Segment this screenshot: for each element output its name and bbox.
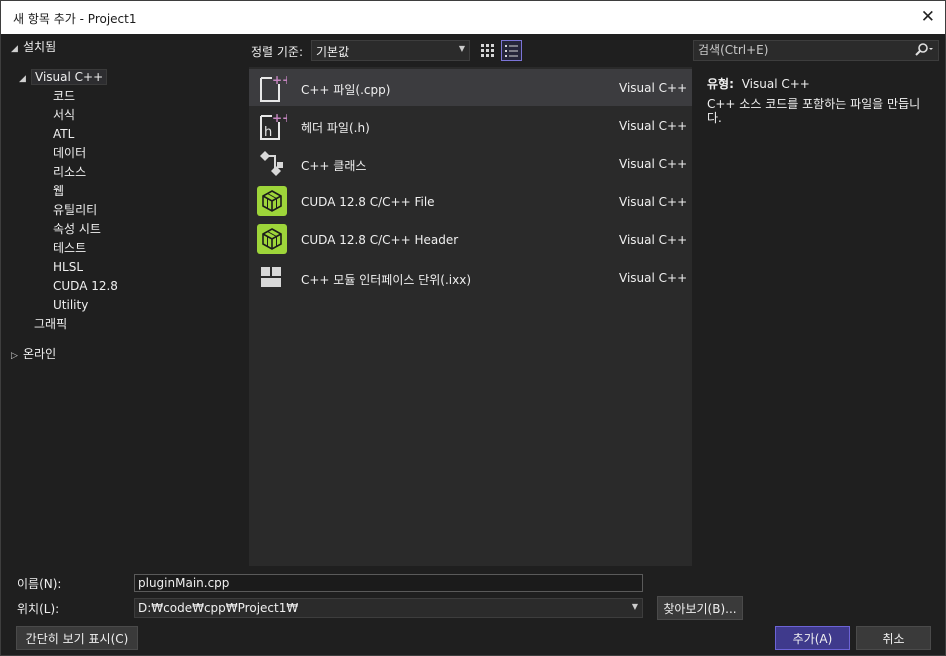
type-label: 유형: — [707, 77, 734, 91]
tree-item-web[interactable]: 웹 — [53, 182, 64, 201]
search-box[interactable] — [693, 40, 939, 61]
template-item-header-file[interactable]: h ++ 헤더 파일(.h) Visual C++ — [249, 107, 692, 144]
template-language: Visual C++ — [619, 233, 688, 247]
template-list: ++ C++ 파일(.cpp) Visual C++ h ++ 헤더 파일(.h… — [249, 67, 692, 566]
template-item-cpp-file[interactable]: ++ C++ 파일(.cpp) Visual C++ — [249, 69, 692, 106]
location-label: 위치(L): — [17, 602, 60, 616]
tree-item-resource[interactable]: 리소스 — [53, 163, 86, 182]
svg-text:++: ++ — [272, 73, 287, 87]
template-item-cpp-class[interactable]: C++ 클래스 Visual C++ — [249, 145, 692, 182]
template-item-cuda-header[interactable]: CUDA 12.8 C/C++ Header Visual C++ — [249, 221, 692, 258]
cpp-file-icon: ++ — [260, 73, 287, 102]
template-name: C++ 모듈 인터페이스 단위(.ixx) — [301, 273, 472, 287]
dialog-title: 새 항목 추가 - Project1 — [13, 12, 137, 26]
sort-value: 기본값 — [316, 45, 350, 59]
module-icon — [261, 267, 281, 287]
grid-view-icon — [481, 44, 494, 57]
tree-item-property-sheet[interactable]: 속성 시트 — [53, 220, 101, 239]
tree-item-utility-kr[interactable]: 유틸리티 — [53, 201, 97, 220]
location-combobox[interactable]: ▼ — [134, 598, 643, 618]
expanded-arrow-icon[interactable]: ◢ — [19, 70, 31, 89]
title-bar: 새 항목 추가 - Project1 ✕ — [1, 1, 945, 34]
sort-label: 정렬 기준: — [251, 45, 304, 59]
tree-item-test[interactable]: 테스트 — [53, 239, 86, 258]
cancel-button[interactable]: 취소 — [856, 626, 931, 650]
location-input[interactable] — [135, 599, 642, 617]
tree-item-utility[interactable]: Utility — [53, 296, 88, 315]
tree-node-installed[interactable]: ◢ 설치됨 — [11, 38, 56, 57]
template-name: 헤더 파일(.h) — [301, 121, 370, 135]
search-icon[interactable] — [914, 42, 934, 61]
template-description: C++ 소스 코드를 포함하는 파일을 만듭니다. — [707, 97, 921, 125]
tree-node-label: Visual C++ — [31, 69, 108, 85]
tree-item-data[interactable]: 데이터 — [53, 144, 86, 163]
tree-node-label: 설치됨 — [23, 40, 57, 54]
template-language: Visual C++ — [619, 195, 688, 209]
svg-text:++: ++ — [272, 111, 287, 125]
template-language: Visual C++ — [619, 119, 688, 133]
template-language: Visual C++ — [619, 157, 688, 171]
search-input[interactable] — [698, 43, 898, 57]
grid-view-button[interactable] — [477, 40, 498, 61]
tree-node-visual-cpp[interactable]: ◢ Visual C++ — [19, 68, 108, 89]
list-view-icon — [505, 44, 518, 57]
template-name: C++ 파일(.cpp) — [301, 83, 391, 97]
template-language: Visual C++ — [619, 271, 688, 285]
header-file-icon: h ++ — [260, 111, 287, 140]
name-label: 이름(N): — [17, 577, 62, 591]
expanded-arrow-icon[interactable]: ◢ — [11, 40, 23, 59]
tree-node-online[interactable]: ▷ 온라인 — [11, 345, 56, 364]
category-tree: ◢ 설치됨 ◢ Visual C++ 코드 서식 ATL 데이터 리소스 웹 유틸리… — [3, 35, 247, 565]
name-input[interactable] — [135, 575, 642, 591]
template-name: CUDA 12.8 C/C++ File — [301, 195, 435, 209]
name-field[interactable] — [134, 574, 643, 592]
list-view-button[interactable] — [501, 40, 522, 61]
cuda-icon — [257, 186, 287, 216]
close-icon[interactable]: ✕ — [921, 7, 935, 27]
template-item-cuda-file[interactable]: CUDA 12.8 C/C++ File Visual C++ — [249, 183, 692, 220]
chevron-down-icon[interactable]: ▼ — [632, 602, 638, 611]
browse-button[interactable]: 찾아보기(B)... — [657, 596, 743, 620]
tree-item-code[interactable]: 코드 — [53, 87, 75, 106]
template-item-module-interface[interactable]: C++ 모듈 인터페이스 단위(.ixx) Visual C++ — [249, 259, 692, 296]
svg-text:h: h — [264, 125, 272, 140]
compact-view-button[interactable]: 간단히 보기 표시(C) — [16, 626, 138, 650]
type-value: Visual C++ — [741, 77, 810, 91]
template-language: Visual C++ — [619, 81, 688, 95]
chevron-down-icon: ▼ — [458, 44, 465, 53]
tree-item-atl[interactable]: ATL — [53, 125, 74, 144]
tree-node-label: 온라인 — [23, 347, 57, 361]
cpp-class-icon — [260, 151, 283, 176]
collapsed-arrow-icon[interactable]: ▷ — [11, 347, 23, 366]
cuda-icon — [257, 224, 287, 254]
tree-item-graphics[interactable]: 그래픽 — [34, 315, 67, 334]
sort-dropdown[interactable]: 기본값 ▼ — [311, 40, 470, 61]
add-button[interactable]: 추가(A) — [775, 626, 850, 650]
tree-item-format[interactable]: 서식 — [53, 106, 75, 125]
type-row: 유형: Visual C++ — [707, 75, 810, 92]
add-new-item-dialog: 새 항목 추가 - Project1 ✕ ◢ 설치됨 ◢ Visual C++ 코드… — [0, 0, 946, 656]
tree-item-hlsl[interactable]: HLSL — [53, 258, 83, 277]
tree-item-cuda[interactable]: CUDA 12.8 — [53, 277, 118, 296]
template-name: CUDA 12.8 C/C++ Header — [301, 233, 459, 247]
template-name: C++ 클래스 — [301, 159, 367, 173]
